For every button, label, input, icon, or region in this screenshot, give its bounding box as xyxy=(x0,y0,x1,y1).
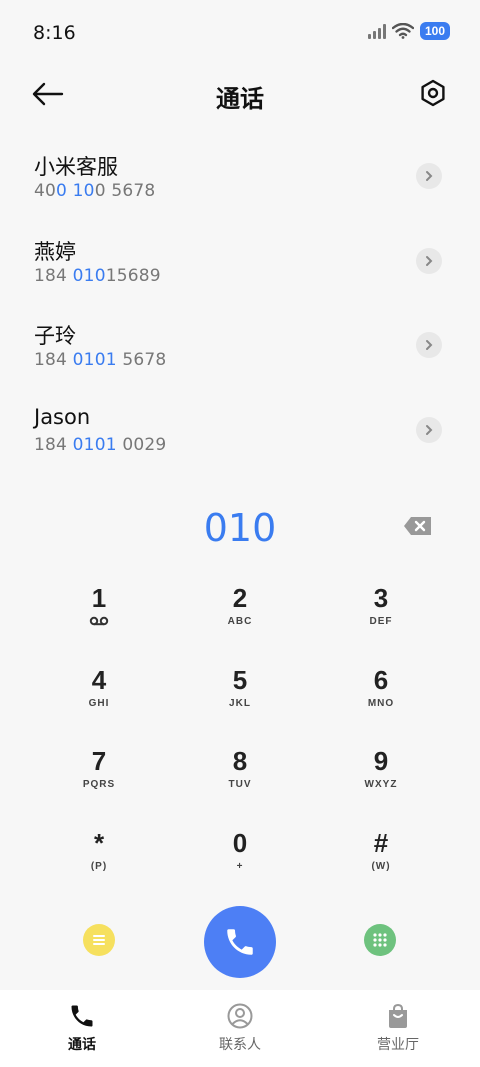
key-9[interactable]: 9 WXYZ xyxy=(321,745,441,817)
status-icons: 100 xyxy=(367,22,450,40)
list-item[interactable]: 燕婷 184 01015689 xyxy=(0,225,480,305)
number-match-highlight: 0101 xyxy=(72,435,117,455)
header: 通话 xyxy=(0,70,480,118)
number-segment: 0 5678 xyxy=(94,181,156,201)
key-digit: 3 xyxy=(373,583,389,613)
number-match-highlight: 0101 xyxy=(72,350,117,370)
number-match-highlight: 0 10 xyxy=(56,181,95,201)
wifi-icon xyxy=(391,23,414,39)
number-segment: 184 xyxy=(34,266,73,286)
contact-name: Jason xyxy=(34,405,91,429)
key-digit: 9 xyxy=(373,746,389,776)
phone-icon xyxy=(227,929,253,955)
contact-number: 184 0101 5678 xyxy=(34,350,166,370)
phone-icon xyxy=(71,1005,93,1027)
key-digit: 8 xyxy=(232,746,248,776)
chevron-right-icon[interactable] xyxy=(416,248,442,274)
key-hash[interactable]: # (W) xyxy=(321,827,441,899)
number-segment: 5678 xyxy=(116,350,167,370)
number-match-highlight: 010 xyxy=(72,266,106,286)
contact-name: 小米客服 xyxy=(34,155,118,179)
key-digit: * xyxy=(93,828,105,858)
number-segment: 15689 xyxy=(105,266,161,286)
contact-name: 子玲 xyxy=(34,324,76,348)
key-digit: 6 xyxy=(373,665,389,695)
key-7[interactable]: 7 PQRS xyxy=(39,745,159,817)
number-segment: 40 xyxy=(34,181,57,201)
key-6[interactable]: 6 MNO xyxy=(321,664,441,736)
bottom-nav: 通话 联系人 营业厅 xyxy=(0,990,480,1067)
key-letters: (W) xyxy=(371,861,391,872)
key-digit: 7 xyxy=(91,746,107,776)
key-letters: TUV xyxy=(228,779,252,790)
key-letters: JKL xyxy=(229,698,251,709)
battery-icon: 100 xyxy=(419,22,450,40)
key-letters: PQRS xyxy=(82,779,116,790)
key-letters: WXYZ xyxy=(364,779,398,790)
contact-number: 184 0101 0029 xyxy=(34,435,166,455)
chevron-right-icon[interactable] xyxy=(416,163,442,189)
key-letters: MNO xyxy=(367,698,395,709)
key-letters: (P) xyxy=(90,861,108,872)
tab-calls[interactable]: 通话 xyxy=(2,990,162,1067)
chevron-right-icon[interactable] xyxy=(416,417,442,443)
key-digit: # xyxy=(373,828,389,858)
status-time: 8:16 xyxy=(33,22,76,44)
backspace-icon[interactable] xyxy=(403,516,433,536)
number-segment: 184 xyxy=(34,435,73,455)
contact-number: 184 01015689 xyxy=(34,266,161,286)
chevron-right-icon[interactable] xyxy=(416,332,442,358)
key-letters: DEF xyxy=(369,616,393,627)
key-letters: + xyxy=(236,861,244,872)
call-button[interactable] xyxy=(204,906,276,978)
number-segment: 184 xyxy=(34,350,73,370)
status-bar: 8:16 100 xyxy=(0,0,480,66)
tab-label: 营业厅 xyxy=(377,1037,419,1053)
tab-service-hall[interactable]: 营业厅 xyxy=(318,990,478,1067)
key-5[interactable]: 5 JKL xyxy=(180,664,300,736)
contact-icon xyxy=(227,1003,253,1029)
key-digit: 0 xyxy=(232,828,248,858)
tab-label: 联系人 xyxy=(219,1037,261,1053)
key-1[interactable]: 1 xyxy=(39,582,159,654)
key-8[interactable]: 8 TUV xyxy=(180,745,300,817)
shopping-bag-icon xyxy=(389,1003,407,1028)
key-digit: 5 xyxy=(232,665,248,695)
voicemail-icon xyxy=(39,616,159,630)
contact-name: 燕婷 xyxy=(34,240,76,264)
key-digit: 1 xyxy=(91,583,107,613)
tab-contacts[interactable]: 联系人 xyxy=(160,990,320,1067)
key-digit: 4 xyxy=(91,665,107,695)
list-item[interactable]: 小米客服 400 100 5678 xyxy=(0,140,480,220)
key-digit: 2 xyxy=(232,583,248,613)
key-letters: GHI xyxy=(88,698,110,709)
page-title: 通话 xyxy=(216,85,264,113)
contact-number: 400 100 5678 xyxy=(34,181,155,201)
tab-label: 通话 xyxy=(68,1037,96,1053)
key-2[interactable]: 2 ABC xyxy=(180,582,300,654)
dialpad-icon xyxy=(373,933,387,947)
signal-icon xyxy=(367,23,386,39)
key-3[interactable]: 3 DEF xyxy=(321,582,441,654)
menu-button[interactable] xyxy=(83,924,115,956)
dialpad-toggle-button[interactable] xyxy=(364,924,396,956)
number-segment: 0029 xyxy=(116,435,167,455)
key-letters: ABC xyxy=(227,616,253,627)
key-star[interactable]: * (P) xyxy=(39,827,159,899)
hexagon-settings-icon[interactable] xyxy=(418,78,448,108)
menu-icon xyxy=(93,935,105,945)
key-0[interactable]: 0 + xyxy=(180,827,300,899)
key-4[interactable]: 4 GHI xyxy=(39,664,159,736)
list-item[interactable]: 子玲 184 0101 5678 xyxy=(0,309,480,389)
list-item[interactable]: Jason 184 0101 0029 xyxy=(0,394,480,474)
